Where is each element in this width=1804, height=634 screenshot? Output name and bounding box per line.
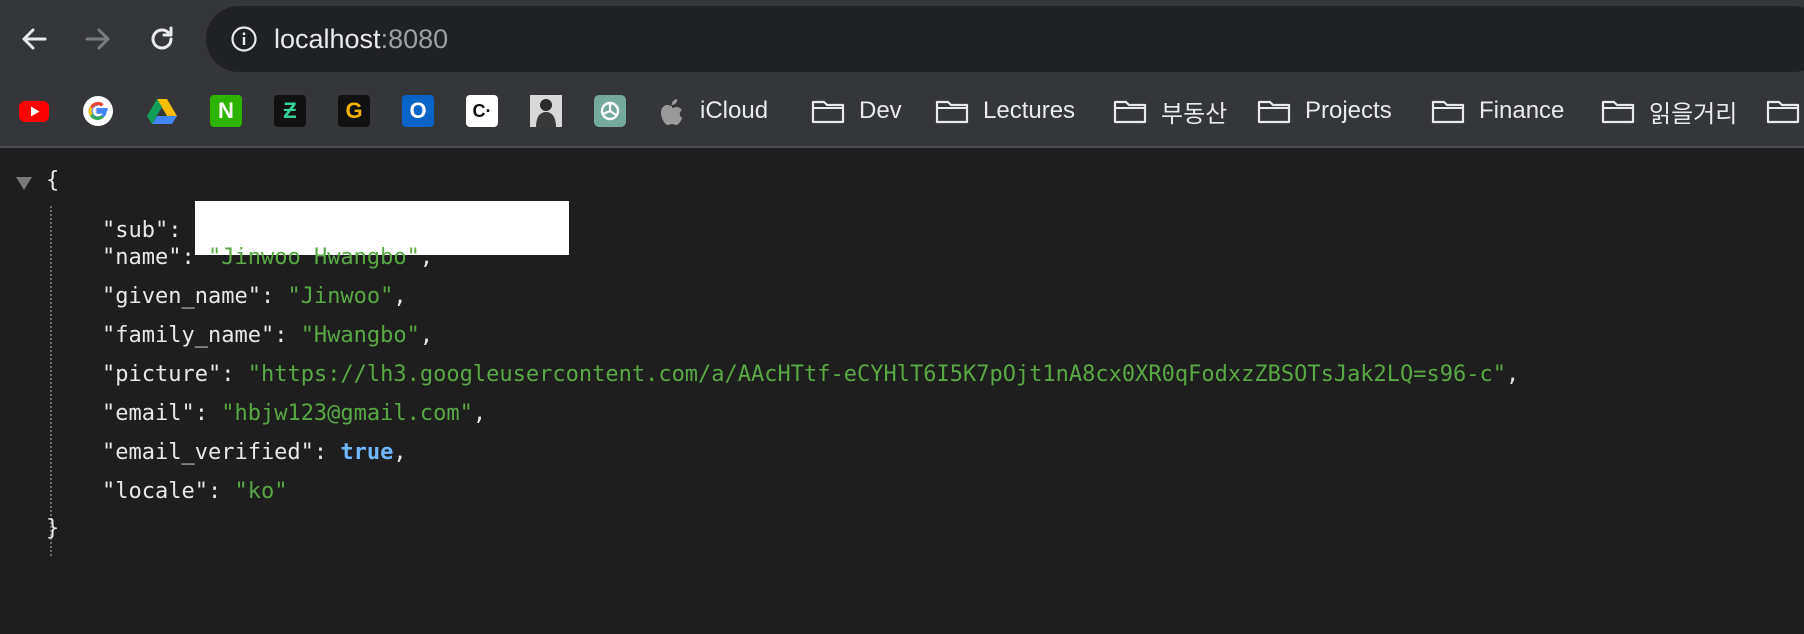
collapse-toggle-icon[interactable] [16,177,32,190]
chatgpt-icon [594,95,626,127]
folder-icon [1257,100,1291,124]
json-key: "email" [102,401,195,426]
bookmark-app-g[interactable]: G [338,94,370,128]
bookmark-label: Dev [859,97,902,124]
bookmark-google[interactable] [82,94,114,128]
bookmark-folder-projects[interactable]: Projects [1257,94,1392,128]
json-separator: : [194,401,222,426]
forward-button[interactable] [78,19,118,59]
bookmark-icloud[interactable]: iCloud [658,94,768,128]
json-separator: : [207,479,235,504]
json-key: "name" [102,245,182,270]
folder-icon [935,100,969,124]
json-key: "picture" [102,362,222,387]
back-button[interactable] [14,19,54,59]
url-port: :8080 [380,24,449,54]
bookmark-label: 부동산 [1161,100,1228,128]
json-comma: , [419,323,434,348]
json-string-value: "Jinwoo Hwangbo" [207,245,420,270]
folder-icon [811,100,845,124]
bookmark-folder-reading[interactable]: 읽을거리 [1601,94,1737,128]
bookmark-app-c[interactable]: C· [466,94,498,128]
json-comma: , [1506,362,1520,387]
json-string-value: "ko" [234,479,288,504]
folder-icon [1601,100,1635,124]
json-comma: , [472,401,487,426]
naver-icon: N [210,95,242,127]
bookmark-label: iCloud [700,97,769,124]
reload-icon [151,26,173,50]
json-field-email: "email": "hbjw123@gmail.com", [102,399,486,429]
apple-icon [661,99,683,125]
folder-icon [1431,100,1465,124]
z-app-icon: Ƶ [274,95,306,127]
json-string-value: "hbjw123@gmail.com" [221,401,473,426]
bookmark-naver[interactable]: N [210,94,242,128]
site-info-icon[interactable] [230,25,258,53]
address-bar[interactable]: localhost:8080 [206,6,1804,72]
c-app-icon: C· [466,95,498,127]
bookmark-chatgpt[interactable] [594,94,626,128]
json-viewer: { "sub": "name": "Jinwoo Hwangbo", "give… [0,148,1804,634]
youtube-icon [19,101,49,122]
json-open-brace: { [46,168,60,193]
json-field-name: "name": "Jinwoo Hwangbo", [102,243,433,273]
json-key: "given_name" [102,284,261,309]
arrow-left-icon [22,28,47,50]
json-key: "locale" [102,479,208,504]
json-separator: : [221,362,248,387]
json-separator: : [260,284,288,309]
bookmark-profile-photo[interactable] [530,94,562,128]
bookmark-youtube[interactable] [18,94,50,128]
json-comma: , [393,284,407,309]
bookmark-folder-dev[interactable]: Dev [811,94,902,128]
browser-toolbar: localhost:8080 [0,0,1804,78]
json-field-picture: "picture": "https://lh3.googleuserconten… [102,360,1519,390]
folder-icon [1766,100,1800,124]
folder-icon [1113,100,1147,124]
json-separator: : [181,245,208,270]
bookmark-folder-realestate[interactable]: 부동산 [1113,94,1227,128]
json-comma: , [393,440,407,465]
json-string-value: "https://lh3.googleusercontent.com/a/AAc… [247,362,1507,387]
reload-button[interactable] [142,19,182,59]
json-key: "email_verified" [102,440,314,465]
person-photo-icon [530,95,562,127]
json-string-value: "Hwangbo" [300,323,420,348]
google-drive-icon [147,99,177,124]
google-icon [83,96,113,126]
json-comma: , [419,245,434,270]
json-key: "sub" [102,218,169,243]
bookmark-folder-lectures[interactable]: Lectures [935,94,1075,128]
bookmark-label: Finance [1479,97,1565,124]
indent-guide [50,206,52,556]
url-host: localhost [274,24,381,54]
bookmark-outlook[interactable]: O [402,94,434,128]
bookmark-label: Projects [1305,97,1392,124]
json-field-locale: "locale": "ko" [102,477,287,507]
g-app-icon: G [338,95,370,127]
json-string-value: "Jinwoo" [287,284,394,309]
json-bool-value: true [340,440,394,465]
json-field-given-name: "given_name": "Jinwoo", [102,282,407,312]
bookmark-folder-overflow[interactable] [1766,94,1800,128]
bookmark-label: 읽을거리 [1649,100,1738,128]
bookmark-folder-finance[interactable]: Finance [1431,94,1564,128]
json-separator: : [168,218,195,243]
bookmark-app-z[interactable]: Ƶ [274,94,306,128]
json-separator: : [274,323,301,348]
bookmark-label: Lectures [983,97,1076,124]
browser-chrome: localhost:8080 N Ƶ G O C· iCloud Dev Lec… [0,0,1804,148]
bookmark-google-drive[interactable] [146,94,178,128]
json-key: "family_name" [102,323,275,348]
json-field-family-name: "family_name": "Hwangbo", [102,321,433,351]
outlook-icon: O [402,95,434,127]
json-separator: : [313,440,341,465]
bookmarks-bar: N Ƶ G O C· iCloud Dev Lectures 부동산 Proje… [0,78,1804,148]
url-text[interactable]: localhost:8080 [274,24,448,54]
arrow-right-icon [85,28,110,50]
json-field-email-verified: "email_verified": true, [102,438,407,468]
json-close-brace: } [46,516,60,541]
